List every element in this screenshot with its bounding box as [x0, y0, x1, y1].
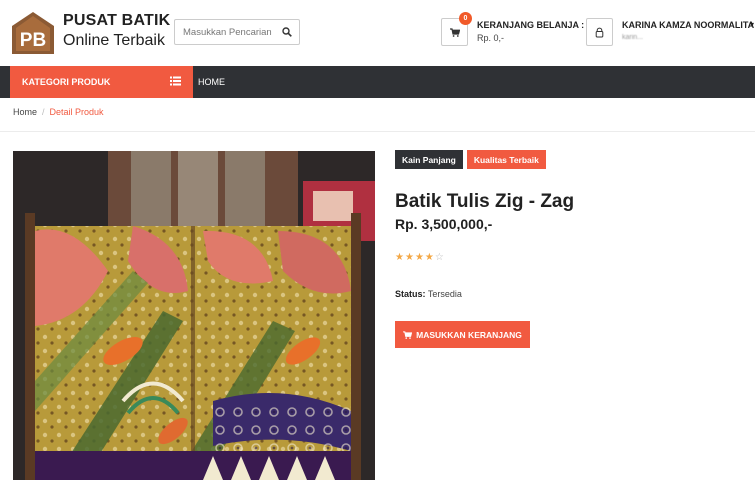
user-icon	[595, 27, 604, 37]
product-price: Rp. 3,500,000,-	[395, 216, 493, 232]
product-tags: Kain Panjang Kualitas Terbaik	[395, 150, 546, 169]
add-to-cart-label: MASUKKAN KERANJANG	[416, 329, 522, 340]
cart-title[interactable]: KERANJANG BELANJA :	[477, 20, 584, 30]
user-button[interactable]	[586, 18, 613, 46]
search-button[interactable]	[275, 20, 299, 44]
cart-count-badge: 0	[459, 12, 472, 25]
product-title: Batik Tulis Zig - Zag	[395, 191, 575, 212]
breadcrumb-home[interactable]: Home	[13, 107, 37, 117]
logo-icon[interactable]: PB	[10, 10, 56, 56]
breadcrumb: Home / Detail Produk	[13, 107, 104, 117]
star-filled-icon: ★	[395, 252, 405, 263]
product-rating: ★★★★☆	[395, 252, 445, 263]
nav-home-link[interactable]: HOME	[198, 66, 225, 98]
logo-initials: PB	[20, 30, 46, 51]
user-name[interactable]: KARINA KAMZA NOORMALITA	[622, 20, 754, 30]
brand-subtitle[interactable]: Online Terbaik	[63, 32, 165, 50]
cart-icon	[403, 330, 413, 339]
product-image[interactable]	[13, 151, 375, 480]
status-label: Status:	[395, 289, 426, 299]
star-filled-icon: ★	[424, 252, 435, 263]
category-menu-button[interactable]: KATEGORI PRODUK	[10, 66, 193, 98]
divider	[0, 131, 755, 132]
star-filled-icon: ★	[404, 252, 415, 263]
status-value: Tersedia	[427, 289, 462, 299]
star-filled-icon: ★	[414, 252, 425, 263]
tag-kualitas-terbaik[interactable]: Kualitas Terbaik	[466, 150, 546, 169]
add-to-cart-button[interactable]: MASUKKAN KERANJANG	[395, 321, 530, 348]
chevron-down-icon[interactable]: ▾	[750, 20, 754, 29]
search-bar	[174, 19, 300, 45]
star-empty-icon: ☆	[434, 252, 445, 263]
breadcrumb-current: Detail Produk	[49, 107, 104, 117]
cart-icon	[449, 27, 460, 37]
product-status: Status: Tersedia	[395, 289, 462, 299]
category-menu-label: KATEGORI PRODUK	[22, 77, 111, 87]
search-input[interactable]	[175, 20, 275, 44]
search-icon	[282, 27, 292, 37]
batik-cloth-image	[13, 151, 375, 480]
list-icon	[170, 76, 181, 86]
breadcrumb-separator: /	[42, 107, 45, 117]
main-nav: KATEGORI PRODUK HOME	[0, 66, 755, 98]
brand-title[interactable]: PUSAT BATIK	[63, 12, 170, 30]
cart-total: Rp. 0,-	[477, 33, 505, 43]
tag-kain-panjang[interactable]: Kain Panjang	[395, 150, 463, 169]
user-email: karin...	[622, 34, 644, 41]
header: PB PUSAT BATIK Online Terbaik 0 KERANJAN…	[0, 0, 755, 66]
